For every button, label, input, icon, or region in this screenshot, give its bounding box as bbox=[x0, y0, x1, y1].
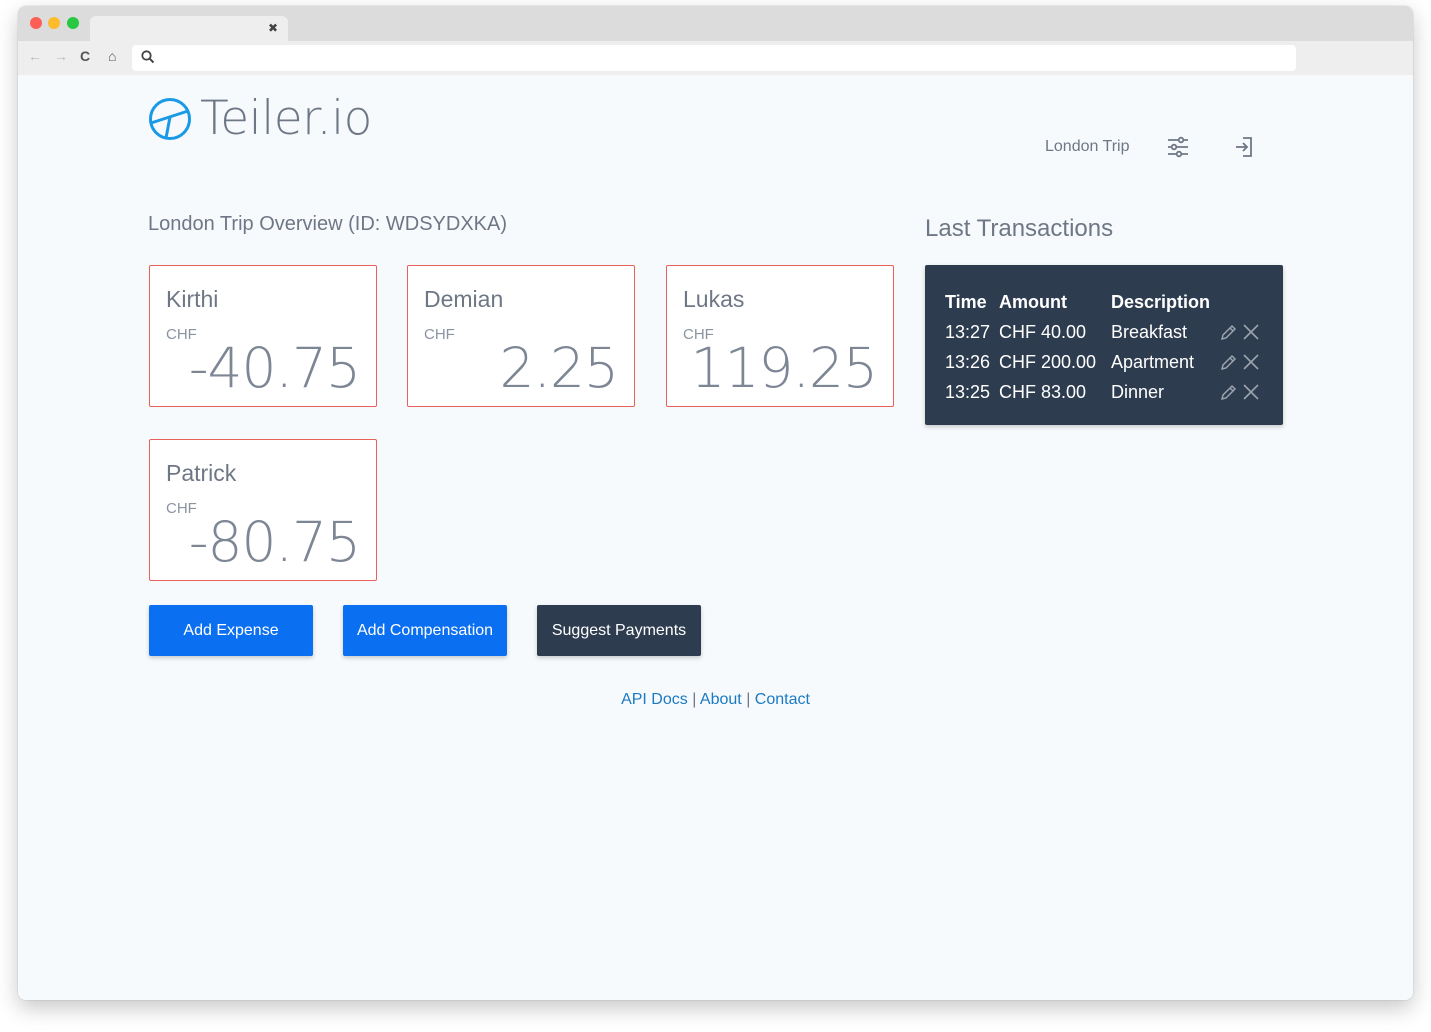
member-name: Lukas bbox=[683, 286, 745, 312]
top-nav: London Trip bbox=[1045, 135, 1256, 159]
add-compensation-button[interactable]: Add Compensation bbox=[343, 605, 507, 656]
tx-description: Apartment bbox=[1111, 351, 1195, 372]
forward-arrow-icon[interactable]: → bbox=[54, 48, 68, 64]
table-row: 13:25 CHF 83.00 Dinner bbox=[945, 377, 1263, 407]
tx-amount: CHF 200.00 bbox=[999, 351, 1097, 372]
browser-toolbar: ← → C ⌂ bbox=[18, 41, 1413, 75]
close-window-button[interactable] bbox=[30, 17, 42, 29]
member-name: Patrick bbox=[166, 460, 237, 486]
about-link[interactable]: About bbox=[700, 691, 742, 708]
footer-separator: | bbox=[692, 691, 697, 708]
delete-x-icon[interactable] bbox=[1241, 382, 1261, 402]
home-icon[interactable]: ⌂ bbox=[108, 48, 116, 64]
member-balance: -80.75 bbox=[188, 510, 361, 574]
logo[interactable]: Teiler.io bbox=[148, 91, 372, 146]
exit-icon[interactable] bbox=[1232, 135, 1256, 159]
member-currency: CHF bbox=[424, 326, 455, 343]
header-time: Time bbox=[945, 291, 987, 312]
edit-pencil-icon[interactable] bbox=[1219, 322, 1239, 342]
tx-amount: CHF 83.00 bbox=[999, 381, 1087, 402]
logo-icon bbox=[149, 97, 191, 140]
tab-close-icon[interactable]: ✖ bbox=[268, 20, 278, 36]
member-name: Kirthi bbox=[166, 286, 219, 312]
reload-icon[interactable]: C bbox=[80, 48, 90, 64]
edit-pencil-icon[interactable] bbox=[1219, 382, 1239, 402]
tx-time: 13:26 bbox=[945, 351, 991, 372]
delete-x-icon[interactable] bbox=[1241, 322, 1261, 342]
member-card-patrick: Patrick CHF -80.75 bbox=[149, 439, 377, 581]
edit-pencil-icon[interactable] bbox=[1219, 352, 1239, 372]
app-page: Teiler.io London Trip London Trip Overvi… bbox=[18, 75, 1413, 1000]
footer-separator: | bbox=[746, 691, 751, 708]
member-name: Demian bbox=[424, 286, 504, 312]
table-header-row: Time Amount Description bbox=[945, 287, 1263, 317]
minimize-window-button[interactable] bbox=[48, 17, 60, 29]
contact-link[interactable]: Contact bbox=[755, 691, 810, 708]
tx-description: Dinner bbox=[1111, 381, 1165, 402]
logo-text: Teiler.io bbox=[200, 91, 372, 146]
address-bar[interactable] bbox=[132, 45, 1296, 71]
transactions-title: Last Transactions bbox=[925, 215, 1114, 242]
sliders-icon[interactable] bbox=[1166, 135, 1190, 159]
member-card-lukas: Lukas CHF 119.25 bbox=[666, 265, 894, 407]
tx-time: 13:27 bbox=[945, 321, 991, 342]
tab-bar: ✖ bbox=[18, 6, 1413, 42]
transactions-panel: Time Amount Description 13:27 CHF 40.00 … bbox=[925, 265, 1283, 425]
tx-amount: CHF 40.00 bbox=[999, 321, 1087, 342]
table-row: 13:26 CHF 200.00 Apartment bbox=[945, 347, 1263, 377]
browser-window: ✖ ← → C ⌂ Teiler.io London Trip London T… bbox=[18, 6, 1413, 1000]
transactions-table: Time Amount Description 13:27 CHF 40.00 … bbox=[945, 287, 1263, 407]
member-card-demian: Demian CHF 2.25 bbox=[407, 265, 635, 407]
add-expense-button[interactable]: Add Expense bbox=[149, 605, 313, 656]
current-group-link[interactable]: London Trip bbox=[1045, 138, 1130, 156]
member-balance: 2.25 bbox=[499, 336, 619, 400]
member-balance: 119.25 bbox=[690, 336, 878, 400]
browser-chrome: ✖ ← → C ⌂ bbox=[18, 6, 1413, 75]
api-docs-link[interactable]: API Docs bbox=[621, 691, 688, 708]
member-card-kirthi: Kirthi CHF -40.75 bbox=[149, 265, 377, 407]
tx-time: 13:25 bbox=[945, 381, 991, 402]
search-icon bbox=[141, 50, 155, 64]
member-balance: -40.75 bbox=[188, 336, 361, 400]
header-description: Description bbox=[1111, 291, 1211, 312]
browser-tab[interactable]: ✖ bbox=[90, 16, 288, 42]
tx-description: Breakfast bbox=[1111, 321, 1188, 342]
maximize-window-button[interactable] bbox=[67, 17, 79, 29]
table-row: 13:27 CHF 40.00 Breakfast bbox=[945, 317, 1263, 347]
back-arrow-icon[interactable]: ← bbox=[28, 48, 42, 64]
footer: API Docs | About | Contact bbox=[18, 691, 1413, 709]
delete-x-icon[interactable] bbox=[1241, 352, 1261, 372]
suggest-payments-button[interactable]: Suggest Payments bbox=[537, 605, 701, 656]
header-actions bbox=[1219, 287, 1263, 317]
header-amount: Amount bbox=[999, 291, 1067, 312]
overview-title: London Trip Overview (ID: WDSYDXKA) bbox=[148, 213, 507, 235]
